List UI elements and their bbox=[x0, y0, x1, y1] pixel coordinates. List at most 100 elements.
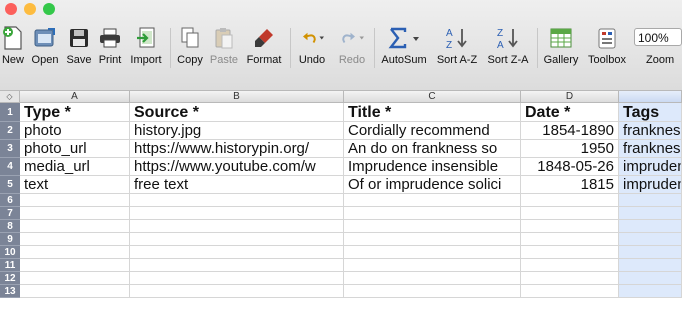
cell-b5[interactable]: free text bbox=[130, 176, 344, 194]
cell-a11[interactable] bbox=[20, 259, 130, 272]
cell-b12[interactable] bbox=[130, 272, 344, 285]
cell-b10[interactable] bbox=[130, 246, 344, 259]
row-header-10[interactable]: 10 bbox=[0, 246, 20, 259]
row-header-13[interactable]: 13 bbox=[0, 285, 20, 298]
row-header-4[interactable]: 4 bbox=[0, 158, 20, 176]
cell-c9[interactable] bbox=[344, 233, 521, 246]
cell-a9[interactable] bbox=[20, 233, 130, 246]
cell-a1[interactable]: Type * bbox=[20, 103, 130, 122]
cell-e12[interactable] bbox=[619, 272, 682, 285]
row-header-9[interactable]: 9 bbox=[0, 233, 20, 246]
cell-d11[interactable] bbox=[521, 259, 619, 272]
autosum-button[interactable]: AutoSum bbox=[380, 26, 428, 66]
cell-c2[interactable]: Cordially recommend bbox=[344, 122, 521, 140]
row-header-8[interactable]: 8 bbox=[0, 220, 20, 233]
cell-c11[interactable] bbox=[344, 259, 521, 272]
cell-a13[interactable] bbox=[20, 285, 130, 298]
cell-e7[interactable] bbox=[619, 207, 682, 220]
cell-d6[interactable] bbox=[521, 194, 619, 207]
cell-d12[interactable] bbox=[521, 272, 619, 285]
cell-a6[interactable] bbox=[20, 194, 130, 207]
save-button[interactable]: Save bbox=[66, 26, 92, 66]
new-button[interactable]: New bbox=[0, 26, 26, 66]
cell-d7[interactable] bbox=[521, 207, 619, 220]
cell-e8[interactable] bbox=[619, 220, 682, 233]
row-header-1[interactable]: 1 bbox=[0, 103, 20, 122]
cell-a4[interactable]: media_url bbox=[20, 158, 130, 176]
cell-e6[interactable] bbox=[619, 194, 682, 207]
cell-c12[interactable] bbox=[344, 272, 521, 285]
cell-e11[interactable] bbox=[619, 259, 682, 272]
cell-e3[interactable]: frankness bbox=[619, 140, 682, 158]
import-button[interactable]: Import bbox=[128, 26, 164, 66]
row-header-2[interactable]: 2 bbox=[0, 122, 20, 140]
row-header-6[interactable]: 6 bbox=[0, 194, 20, 207]
copy-button[interactable]: Copy bbox=[176, 26, 204, 66]
cell-e5[interactable]: imprudence bbox=[619, 176, 682, 194]
column-header-e[interactable] bbox=[619, 91, 682, 103]
cell-b6[interactable] bbox=[130, 194, 344, 207]
cell-c13[interactable] bbox=[344, 285, 521, 298]
cell-e13[interactable] bbox=[619, 285, 682, 298]
cell-a8[interactable] bbox=[20, 220, 130, 233]
cell-a7[interactable] bbox=[20, 207, 130, 220]
select-all-corner[interactable]: ◇ bbox=[0, 91, 20, 103]
cell-c8[interactable] bbox=[344, 220, 521, 233]
undo-button[interactable]: Undo bbox=[294, 26, 330, 66]
cell-a12[interactable] bbox=[20, 272, 130, 285]
cell-c3[interactable]: An do on frankness so bbox=[344, 140, 521, 158]
cell-d13[interactable] bbox=[521, 285, 619, 298]
close-window-button[interactable] bbox=[5, 3, 17, 15]
cell-c5[interactable]: Of or imprudence solici bbox=[344, 176, 521, 194]
cell-d2[interactable]: 1854-1890 bbox=[521, 122, 619, 140]
cell-b11[interactable] bbox=[130, 259, 344, 272]
cell-d10[interactable] bbox=[521, 246, 619, 259]
cell-b13[interactable] bbox=[130, 285, 344, 298]
row-header-12[interactable]: 12 bbox=[0, 272, 20, 285]
cell-b9[interactable] bbox=[130, 233, 344, 246]
row-header-5[interactable]: 5 bbox=[0, 176, 20, 194]
cell-c4[interactable]: Imprudence insensible bbox=[344, 158, 521, 176]
cell-a3[interactable]: photo_url bbox=[20, 140, 130, 158]
cell-d1[interactable]: Date * bbox=[521, 103, 619, 122]
row-header-7[interactable]: 7 bbox=[0, 207, 20, 220]
cell-e10[interactable] bbox=[619, 246, 682, 259]
cell-b2[interactable]: history.jpg bbox=[130, 122, 344, 140]
cell-d4[interactable]: 1848-05-26 bbox=[521, 158, 619, 176]
cell-b3[interactable]: https://www.historypin.org/ bbox=[130, 140, 344, 158]
minimize-window-button[interactable] bbox=[24, 3, 36, 15]
gallery-button[interactable]: Gallery bbox=[541, 26, 581, 66]
cell-a5[interactable]: text bbox=[20, 176, 130, 194]
cell-d5[interactable]: 1815 bbox=[521, 176, 619, 194]
cell-c1[interactable]: Title * bbox=[344, 103, 521, 122]
zoom-window-button[interactable] bbox=[43, 3, 55, 15]
format-button[interactable]: Format bbox=[245, 26, 283, 66]
cell-d9[interactable] bbox=[521, 233, 619, 246]
column-header-b[interactable]: B bbox=[130, 91, 344, 103]
row-header-11[interactable]: 11 bbox=[0, 259, 20, 272]
cell-e4[interactable]: imprudence bbox=[619, 158, 682, 176]
sort-a-z-button[interactable]: AZ Sort A-Z bbox=[434, 26, 480, 66]
column-header-a[interactable]: A bbox=[20, 91, 130, 103]
cell-e9[interactable] bbox=[619, 233, 682, 246]
print-button[interactable]: Print bbox=[97, 26, 123, 66]
row-header-3[interactable]: 3 bbox=[0, 140, 20, 158]
toolbox-button[interactable]: Toolbox bbox=[586, 26, 628, 66]
cell-d8[interactable] bbox=[521, 220, 619, 233]
paste-button[interactable]: Paste bbox=[209, 26, 239, 66]
cell-e1[interactable]: Tags bbox=[619, 103, 682, 122]
cell-b7[interactable] bbox=[130, 207, 344, 220]
cell-d3[interactable]: 1950 bbox=[521, 140, 619, 158]
cell-a10[interactable] bbox=[20, 246, 130, 259]
cell-b1[interactable]: Source * bbox=[130, 103, 344, 122]
zoom-field[interactable]: 100% bbox=[634, 28, 682, 46]
redo-button[interactable]: Redo bbox=[334, 26, 370, 66]
cell-c7[interactable] bbox=[344, 207, 521, 220]
cell-c10[interactable] bbox=[344, 246, 521, 259]
cell-b8[interactable] bbox=[130, 220, 344, 233]
open-button[interactable]: Open bbox=[30, 26, 60, 66]
cell-a2[interactable]: photo bbox=[20, 122, 130, 140]
column-header-c[interactable]: C bbox=[344, 91, 521, 103]
sort-z-a-button[interactable]: ZA Sort Z-A bbox=[485, 26, 531, 66]
cell-e2[interactable]: frankness bbox=[619, 122, 682, 140]
